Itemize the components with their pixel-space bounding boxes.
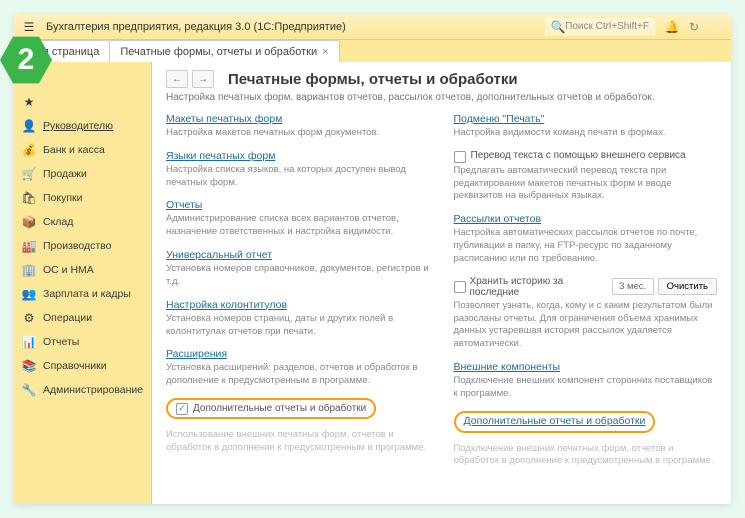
print-submenu-link[interactable]: Подменю "Печать" xyxy=(454,113,545,125)
translate-label: Перевод текста с помощью внешнего сервис… xyxy=(471,150,686,161)
link-1[interactable]: Языки печатных форм xyxy=(166,150,275,162)
desc: Настройка макетов печатных форм документ… xyxy=(166,127,430,140)
title-bar: ☰ Бухгалтерия предприятия, редакция 3.0 … xyxy=(14,14,731,40)
sidebar-icon: ⚙ xyxy=(22,311,36,325)
sidebar-item-2[interactable]: 👤 Руководителю xyxy=(14,114,151,138)
sidebar-label: Справочники xyxy=(43,360,107,372)
checkbox-label: Дополнительные отчеты и обработки xyxy=(193,403,366,414)
history-label: Хранить историю за последние xyxy=(470,276,608,298)
menu-icon[interactable]: ☰ xyxy=(22,20,36,34)
sidebar-label: Склад xyxy=(43,216,73,228)
close-icon[interactable]: × xyxy=(322,46,328,58)
right-footer-desc: Подключение внешних печатных форм, отчет… xyxy=(454,443,718,469)
sidebar-item-4[interactable]: 🛒 Продажи xyxy=(14,162,151,186)
highlight-additional-reports-link: Дополнительные отчеты и обработки xyxy=(454,411,656,433)
sidebar-item-13[interactable]: 🔧 Администрирование xyxy=(14,378,151,402)
link-0[interactable]: Макеты печатных форм xyxy=(166,113,282,125)
link-5[interactable]: Расширения xyxy=(166,348,227,360)
sidebar-icon: ★ xyxy=(22,95,36,109)
sidebar-item-9[interactable]: 👥 Зарплата и кадры xyxy=(14,282,151,306)
link-2[interactable]: Отчеты xyxy=(166,199,202,211)
sidebar-label: Банк и касса xyxy=(43,144,105,156)
desc: Установка номеров страниц, даты и других… xyxy=(166,313,430,339)
sidebar-icon: 🏢 xyxy=(22,263,36,277)
highlight-additional-reports: ✓ Дополнительные отчеты и обработки xyxy=(166,398,376,419)
back-button[interactable]: ← xyxy=(166,70,188,88)
link-3[interactable]: Универсальный отчет xyxy=(166,249,272,261)
sidebar-item-3[interactable]: 💰 Банк и касса xyxy=(14,138,151,162)
app-title: Бухгалтерия предприятия, редакция 3.0 (1… xyxy=(46,21,545,33)
sidebar-icon: 👥 xyxy=(22,287,36,301)
sidebar-label: Администрирование xyxy=(43,384,143,396)
sidebar-icon: 💰 xyxy=(22,143,36,157)
tab-print-forms[interactable]: Печатные формы, отчеты и обработки × xyxy=(109,40,339,62)
additional-reports-link[interactable]: Дополнительные отчеты и обработки xyxy=(464,415,646,427)
external-components-desc: Подключение внешних компонент сторонних … xyxy=(454,375,718,401)
sidebar-item-11[interactable]: 📊 Отчеты xyxy=(14,330,151,354)
translate-desc: Предлагать автоматический перевод текста… xyxy=(454,165,718,203)
footer-desc: Использование внешних печатных форм, отч… xyxy=(166,429,430,455)
sidebar-icon: 🔧 xyxy=(22,383,36,397)
app-window: ☰ Бухгалтерия предприятия, редакция 3.0 … xyxy=(14,14,731,504)
sidebar-icon: 📦 xyxy=(22,215,36,229)
sidebar-icon: 👤 xyxy=(22,119,36,133)
history-input[interactable] xyxy=(612,278,654,295)
mailing-link[interactable]: Рассылки отчетов xyxy=(454,213,542,225)
tab-bar: ьная страница Печатные формы, отчеты и о… xyxy=(14,40,731,62)
print-submenu-desc: Настройка видимости команд печати в форм… xyxy=(454,127,718,140)
sidebar-label: Продажи xyxy=(43,168,87,180)
history-desc: Позволяет узнать, когда, кому и с каким … xyxy=(454,300,718,351)
checkbox-history[interactable] xyxy=(454,281,466,293)
clear-button[interactable]: Очистить xyxy=(658,278,717,295)
sidebar-item-7[interactable]: 🏭 Производство xyxy=(14,234,151,258)
sidebar-label: Покупки xyxy=(43,192,83,204)
external-components-link[interactable]: Внешние компоненты xyxy=(454,361,561,373)
link-4[interactable]: Настройка колонтитулов xyxy=(166,299,287,311)
desc: Настройка списка языков, на которых дост… xyxy=(166,164,430,190)
sidebar-item-8[interactable]: 🏢 ОС и НМА xyxy=(14,258,151,282)
page-title: Печатные формы, отчеты и обработки xyxy=(228,71,518,88)
forward-button[interactable]: → xyxy=(192,70,214,88)
sidebar-item-5[interactable]: 🛍 Покупки xyxy=(14,186,151,210)
sidebar-label: Производство xyxy=(43,240,111,252)
search-icon: 🔍 xyxy=(551,20,565,34)
sidebar-icon: 🛍 xyxy=(22,191,36,205)
search-input[interactable]: 🔍 Поиск Ctrl+Shift+F xyxy=(545,18,655,36)
checkbox-additional-reports[interactable]: ✓ xyxy=(176,403,188,415)
sidebar-label: Отчеты xyxy=(43,336,79,348)
main-content: ← → Печатные формы, отчеты и обработки Н… xyxy=(152,62,731,504)
mailing-desc: Настройка автоматических рассылок отчето… xyxy=(454,227,718,265)
sidebar-label: Руководителю xyxy=(43,120,113,132)
desc: Установка расширений: разделов, отчетов … xyxy=(166,362,430,388)
page-subtitle: Настройка печатных форм, вариантов отчет… xyxy=(166,92,717,103)
sidebar-label: ОС и НМА xyxy=(43,264,94,276)
step-badge: 2 xyxy=(0,34,52,94)
sidebar-icon: 📊 xyxy=(22,335,36,349)
desc: Администрирование списка всех вариантов … xyxy=(166,213,430,239)
bell-icon[interactable]: 🔔 xyxy=(665,20,679,34)
sidebar-icon: 🛒 xyxy=(22,167,36,181)
sidebar: ≡★👤Руководителю💰Банк и касса🛒Продажи🛍Пок… xyxy=(14,62,152,504)
desc: Установка номеров справочников, документ… xyxy=(166,263,430,289)
sidebar-item-6[interactable]: 📦 Склад xyxy=(14,210,151,234)
sidebar-label: Операции xyxy=(43,312,92,324)
history-icon[interactable]: ↻ xyxy=(687,20,701,34)
sidebar-item-10[interactable]: ⚙ Операции xyxy=(14,306,151,330)
sidebar-label: Зарплата и кадры xyxy=(43,288,131,300)
sidebar-item-12[interactable]: 📚 Справочники xyxy=(14,354,151,378)
sidebar-icon: 🏭 xyxy=(22,239,36,253)
sidebar-icon: 📚 xyxy=(22,359,36,373)
star-icon[interactable]: ☆ xyxy=(709,20,723,34)
checkbox-translate[interactable] xyxy=(454,151,466,163)
